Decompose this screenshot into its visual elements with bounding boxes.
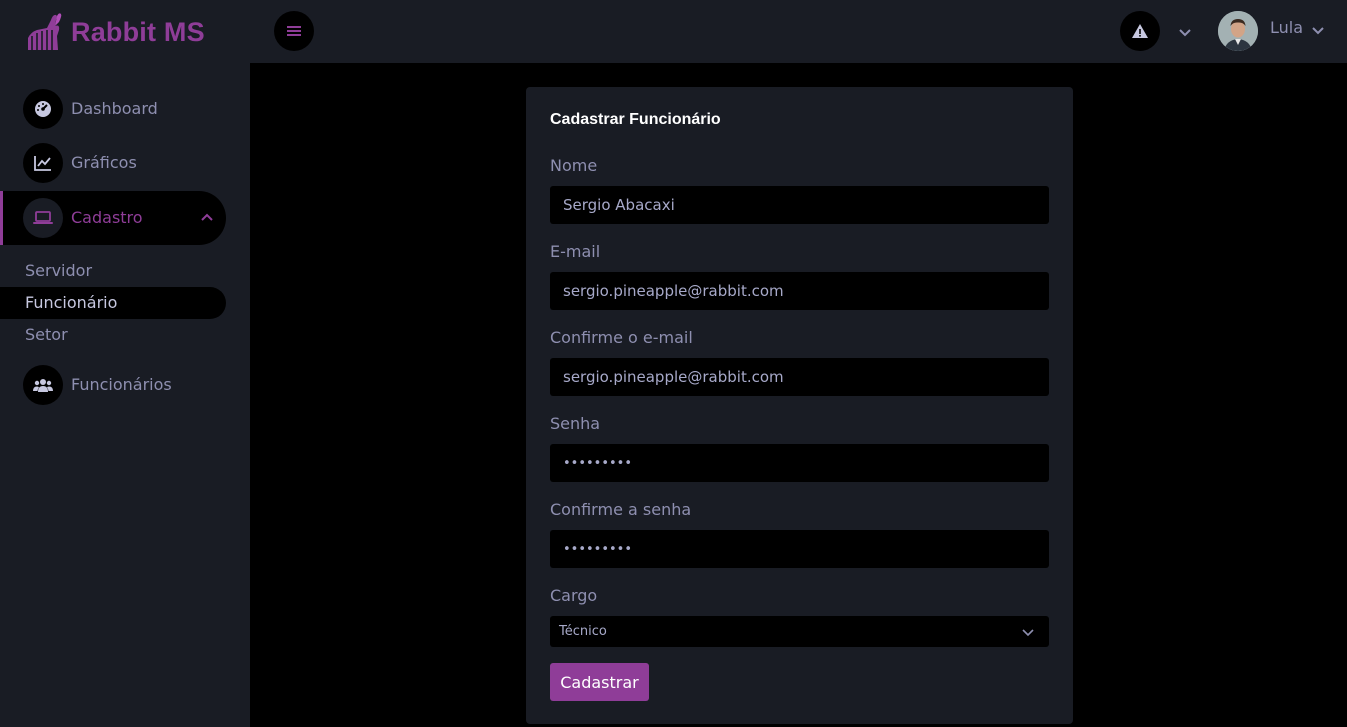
password-field[interactable] [550,444,1049,482]
hamburger-icon [287,26,301,36]
brand[interactable]: Rabbit MS [25,12,205,52]
top-navbar: Rabbit MS Lula [0,0,1347,63]
nome-label: Nome [550,156,598,175]
email-field[interactable] [550,272,1049,310]
alerts-chevron-down-icon[interactable] [1177,24,1193,40]
sidebar-item-graficos[interactable]: Gráficos [0,136,226,190]
warning-icon [1132,24,1148,38]
sidebar-subitem-servidor[interactable]: Servidor [0,255,226,287]
senha-confirm-label: Confirme a senha [550,500,692,519]
cargo-select[interactable]: Técnico [550,616,1049,647]
user-menu-chevron-down-icon[interactable] [1310,22,1326,38]
sidebar-item-cadastro[interactable]: Cadastro [0,191,226,245]
email-label: E-mail [550,242,601,261]
chart-line-icon [23,143,63,183]
sidebar-item-dashboard[interactable]: Dashboard [0,82,226,136]
cargo-label: Cargo [550,586,598,605]
email-confirm-field[interactable] [550,358,1049,396]
card-title: Cadastrar Funcionário [550,111,721,128]
sidebar-subitem-label: Servidor [25,261,93,280]
users-icon [23,365,63,405]
register-employee-card: Cadastrar Funcionário Nome E-mail Confir… [526,87,1073,724]
user-photo-icon [1218,11,1258,51]
sidebar-item-label: Dashboard [71,99,158,118]
sidebar-subitem-label: Funcionário [25,293,118,312]
speedometer-icon [23,89,63,129]
sidebar-item-label: Funcionários [71,375,172,394]
sidebar: Dashboard Gráficos Cadastro Servidor Fun… [0,63,250,727]
laptop-icon [23,198,63,238]
user-avatar[interactable] [1218,11,1258,51]
rabbit-logo-icon [28,13,62,50]
chevron-down-icon [1022,629,1034,637]
email-confirm-label: Confirme o e-mail [550,328,693,347]
menu-toggle-button[interactable] [274,11,314,51]
nome-field[interactable] [550,186,1049,224]
chevron-up-icon [201,213,213,221]
password-confirm-field[interactable] [550,530,1049,568]
user-name[interactable]: Lula [1270,18,1303,37]
alerts-button[interactable] [1120,11,1160,51]
sidebar-item-label: Gráficos [71,153,137,172]
senha-label: Senha [550,414,601,433]
sidebar-subitem-label: Setor [25,325,68,344]
sidebar-item-label: Cadastro [71,208,143,227]
brand-name: Rabbit MS [71,16,205,47]
sidebar-subitem-funcionario[interactable]: Funcionário [0,287,226,319]
sidebar-item-funcionarios[interactable]: Funcionários [0,358,226,412]
sidebar-subitem-setor[interactable]: Setor [0,319,226,351]
cargo-select-value: Técnico [559,624,607,639]
cadastrar-button[interactable]: Cadastrar [550,663,649,701]
